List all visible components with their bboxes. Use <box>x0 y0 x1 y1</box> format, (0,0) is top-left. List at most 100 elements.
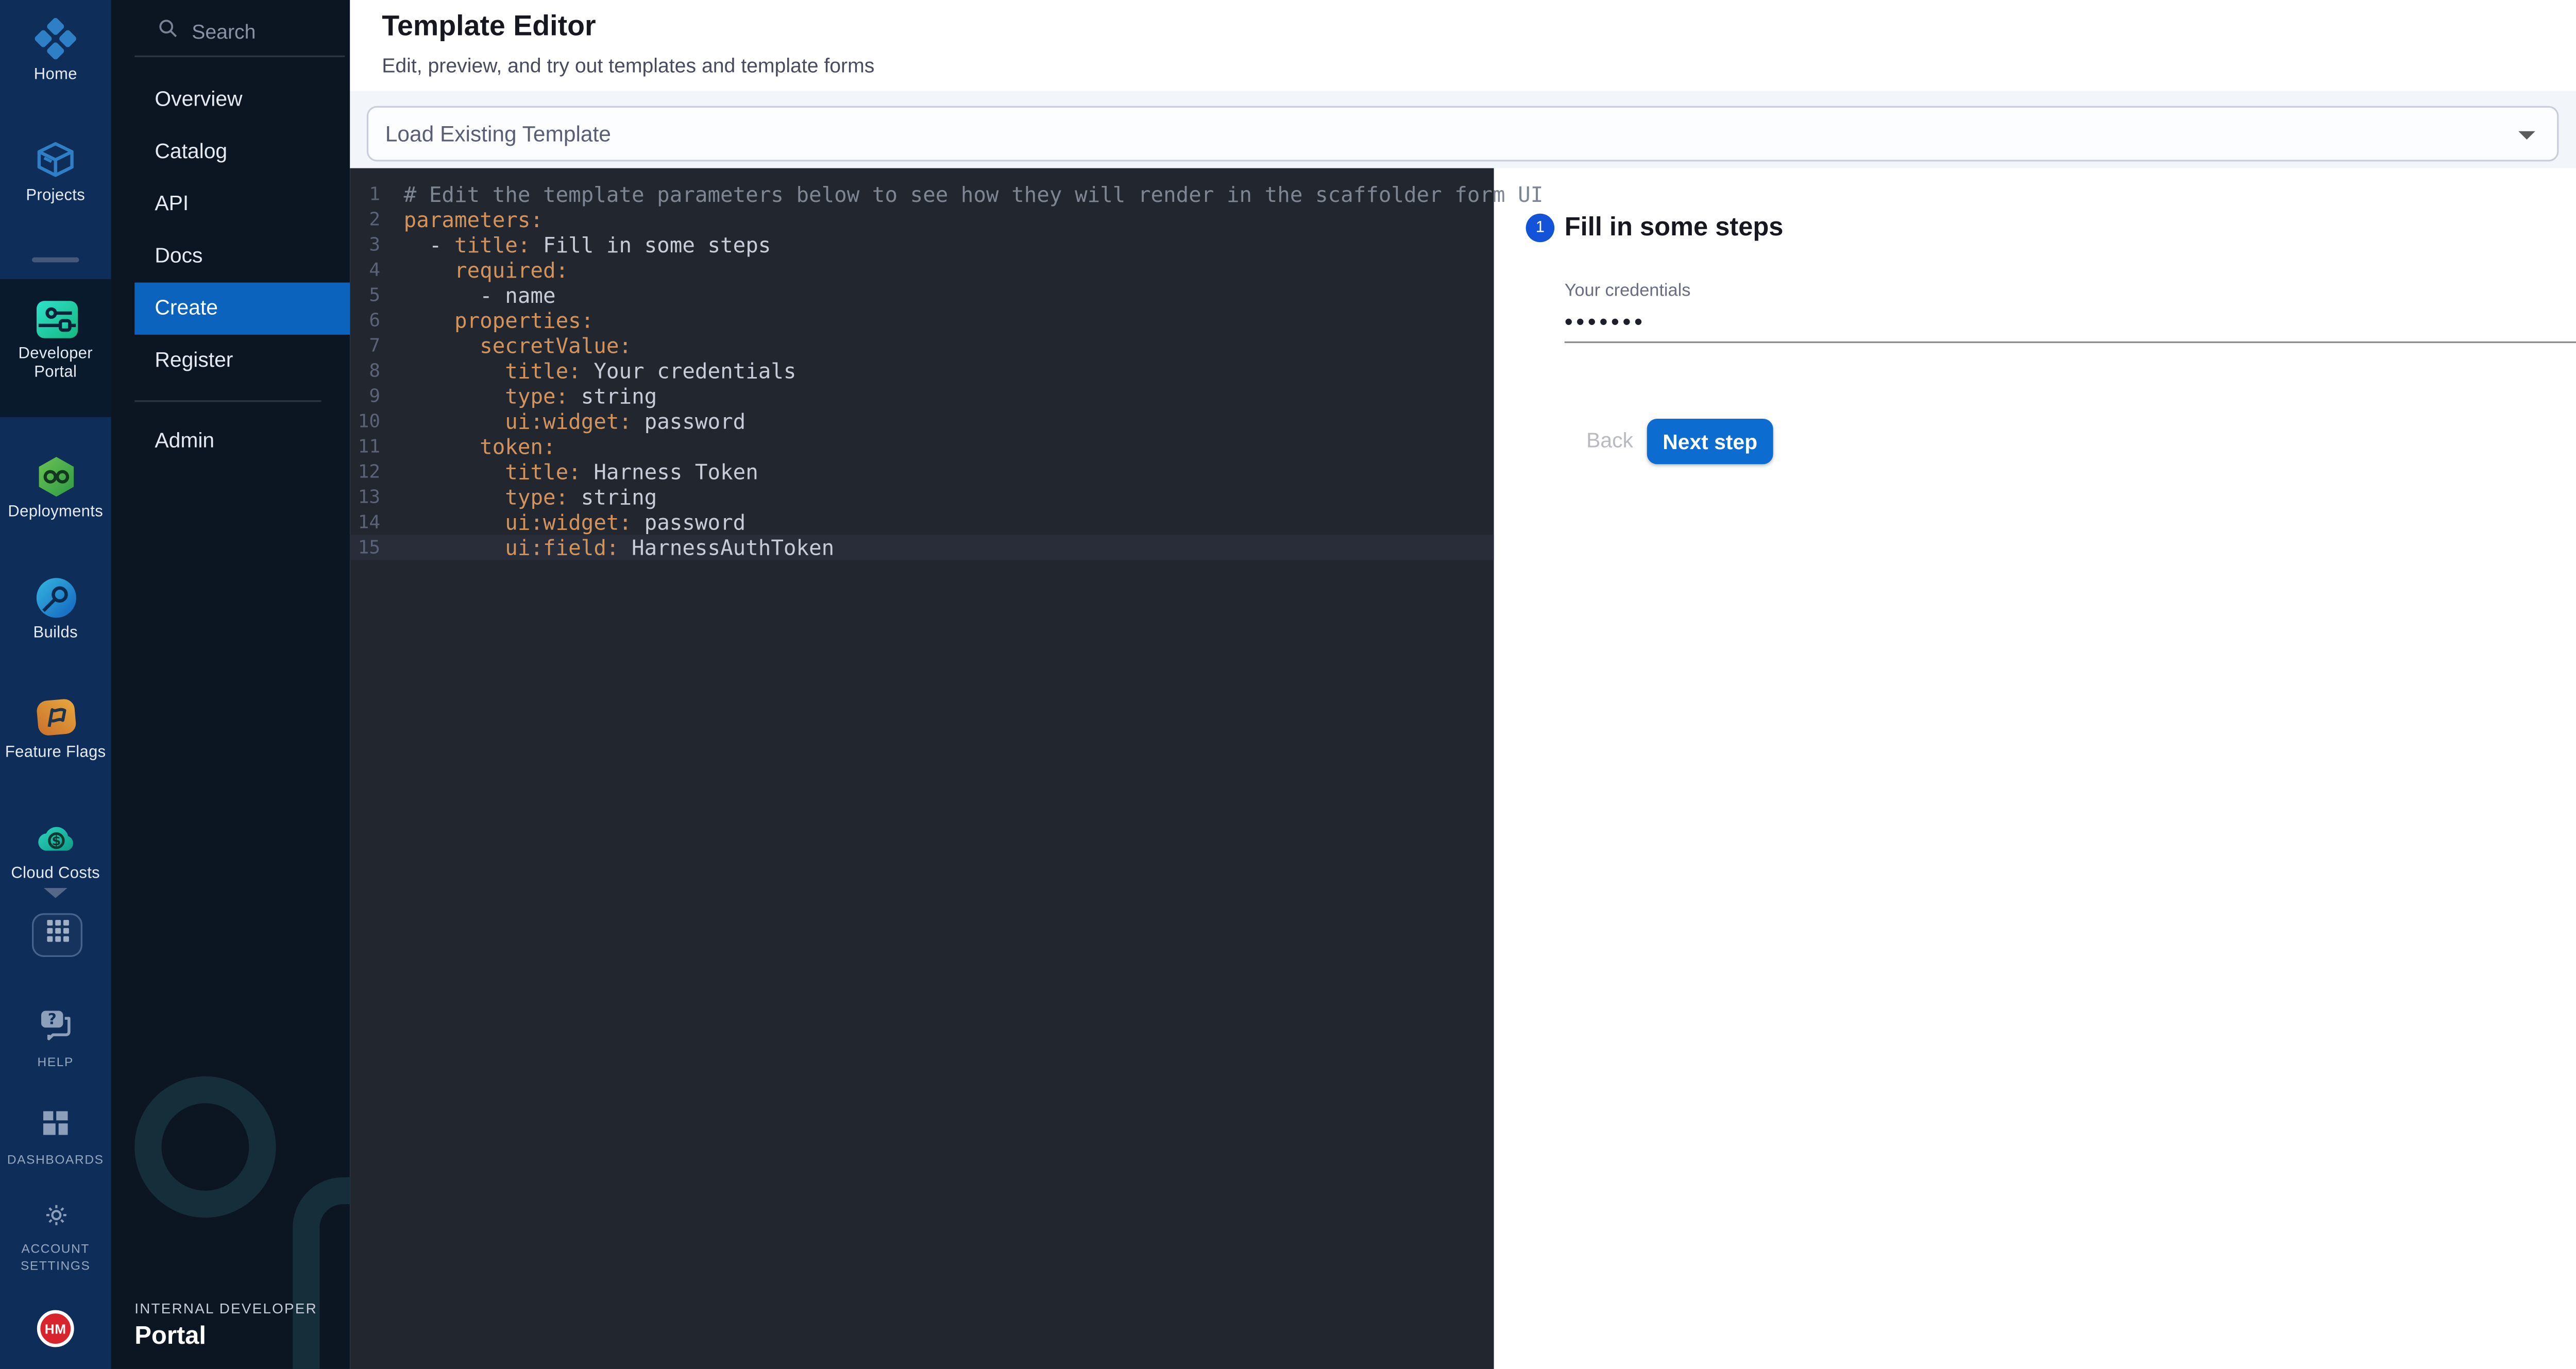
module-rail: Home Projects Developer Portal Deployments B… <box>0 0 111 1369</box>
code-line-3[interactable]: 3 - title: Fill in some steps <box>350 232 1494 258</box>
sidebar-item-admin[interactable]: Admin <box>111 416 350 468</box>
module-item-feature-flags[interactable]: Feature Flags <box>0 695 111 762</box>
rail-footer-label: HELP <box>0 1054 111 1070</box>
sidebar-item-overview[interactable]: Overview <box>111 74 350 126</box>
rail-footer-label: DASHBOARDS <box>0 1152 111 1168</box>
code-line-6[interactable]: 6 properties: <box>350 308 1494 333</box>
grid-icon <box>45 918 70 952</box>
line-number: 5 <box>350 283 380 308</box>
step-title: Fill in some steps <box>1565 214 1784 244</box>
sidebar-item-docs[interactable]: Docs <box>111 230 350 282</box>
sidebar-divider <box>134 56 345 57</box>
module-item-builds[interactable]: Builds <box>0 575 111 643</box>
avatar-initials: HM <box>45 1321 66 1336</box>
module-item-projects[interactable]: Projects <box>0 138 111 206</box>
module-item-home[interactable]: Home <box>0 17 111 84</box>
module-item-label: Builds <box>0 624 111 642</box>
brand-eyebrow: INTERNAL DEVELOPER <box>134 1300 317 1317</box>
code-line-2[interactable]: 2parameters: <box>350 207 1494 232</box>
avatar[interactable]: HM <box>37 1310 74 1347</box>
line-number: 11 <box>350 434 380 459</box>
dashboards-icon <box>37 1118 74 1147</box>
code-line-7[interactable]: 7 secretValue: <box>350 333 1494 358</box>
code-line-1[interactable]: 1# Edit the template parameters below to… <box>350 182 1494 207</box>
search-placeholder: Search <box>192 20 256 44</box>
credentials-password-input[interactable]: ••••••• <box>1565 308 1646 335</box>
form-preview-panel: 1 Fill in some steps Your credentials ••… <box>1494 168 2576 1369</box>
sidebar-item-create[interactable]: Create <box>134 283 350 335</box>
code-line-content: secretValue: <box>404 333 632 358</box>
help-icon: ? <box>36 1021 76 1050</box>
page-title: Template Editor <box>382 10 596 44</box>
code-line-content: ui:widget: password <box>404 408 746 434</box>
code-line-content: title: Harness Token <box>404 459 758 484</box>
input-underline <box>1565 341 2576 343</box>
select-arrow-icon <box>2518 131 2535 140</box>
load-template-select[interactable]: Load Existing Template <box>367 106 2559 162</box>
code-line-13[interactable]: 13 type: string <box>350 484 1494 509</box>
module-item-label: Cloud Costs <box>0 864 111 883</box>
line-number: 13 <box>350 484 380 509</box>
cloud-costs-icon: $ <box>33 816 78 861</box>
code-line-10[interactable]: 10 ui:widget: password <box>350 408 1494 434</box>
module-item-developer-portal[interactable]: Developer Portal <box>0 296 111 382</box>
svg-text:?: ? <box>48 1011 57 1028</box>
code-line-14[interactable]: 14 ui:widget: password <box>350 509 1494 535</box>
step-number: 1 <box>1536 218 1545 237</box>
svg-text:$: $ <box>51 833 60 849</box>
line-number: 10 <box>350 408 380 434</box>
line-number: 1 <box>350 182 380 207</box>
sidebar-item-register[interactable]: Register <box>111 335 350 387</box>
chevron-down-icon[interactable] <box>44 888 67 898</box>
code-line-4[interactable]: 4 required: <box>350 258 1494 283</box>
yaml-editor[interactable]: 1# Edit the template parameters below to… <box>350 168 1494 1369</box>
line-number: 15 <box>350 535 380 560</box>
page-header: Template Editor Edit, preview, and try o… <box>350 0 2576 91</box>
code-line-5[interactable]: 5 - name <box>350 283 1494 308</box>
builds-icon <box>33 575 78 621</box>
page-subtitle: Edit, preview, and try out templates and… <box>382 54 874 77</box>
account-settings-icon <box>41 1207 70 1236</box>
code-line-content: parameters: <box>404 207 543 232</box>
sidebar-search[interactable]: Search <box>111 10 350 54</box>
code-line-11[interactable]: 11 token: <box>350 434 1494 459</box>
line-number: 14 <box>350 509 380 535</box>
module-item-deployments[interactable]: Deployments <box>0 454 111 522</box>
rail-footer-dashboards[interactable]: DASHBOARDS <box>0 1107 111 1168</box>
back-button[interactable]: Back <box>1573 419 1647 464</box>
code-line-15[interactable]: 15 ui:field: HarnessAuthToken <box>350 535 1494 560</box>
decorative-circle <box>134 1076 276 1218</box>
rail-divider <box>32 258 79 263</box>
line-number: 4 <box>350 258 380 283</box>
code-line-8[interactable]: 8 title: Your credentials <box>350 358 1494 384</box>
feature-flags-icon <box>33 695 78 740</box>
rail-footer-help[interactable]: ? HELP <box>0 1006 111 1071</box>
code-line-content: type: string <box>404 383 657 408</box>
module-item-label: Home <box>0 65 111 84</box>
credentials-field-label: Your credentials <box>1565 281 1691 301</box>
next-step-button[interactable]: Next step <box>1647 419 1773 464</box>
projects-icon <box>33 138 78 183</box>
rail-footer-account-settings[interactable]: ACCOUNT SETTINGS <box>0 1201 111 1273</box>
module-item-label: Feature Flags <box>0 743 111 762</box>
code-line-12[interactable]: 12 title: Harness Token <box>350 459 1494 484</box>
code-line-content: properties: <box>404 308 594 333</box>
module-grid-button[interactable] <box>32 913 82 957</box>
step-badge: 1 <box>1526 214 1555 243</box>
module-item-label: Deployments <box>0 503 111 521</box>
line-number: 12 <box>350 459 380 484</box>
code-line-9[interactable]: 9 type: string <box>350 383 1494 408</box>
line-number: 8 <box>350 358 380 384</box>
code-line-content: required: <box>404 258 568 283</box>
module-item-label: Developer Portal <box>7 345 104 382</box>
load-template-placeholder: Load Existing Template <box>385 121 611 146</box>
code-line-content: - name <box>404 283 556 308</box>
code-line-content: title: Your credentials <box>404 358 796 384</box>
sidebar-item-catalog[interactable]: Catalog <box>111 126 350 178</box>
brand-title: Portal <box>134 1322 317 1351</box>
template-toolbar: Load Existing Template <box>350 91 2576 168</box>
search-icon <box>111 16 180 48</box>
module-item-cloud-costs[interactable]: $ Cloud Costs <box>0 816 111 883</box>
rail-footer-label: ACCOUNT SETTINGS <box>12 1241 99 1273</box>
sidebar-item-api[interactable]: API <box>111 178 350 230</box>
